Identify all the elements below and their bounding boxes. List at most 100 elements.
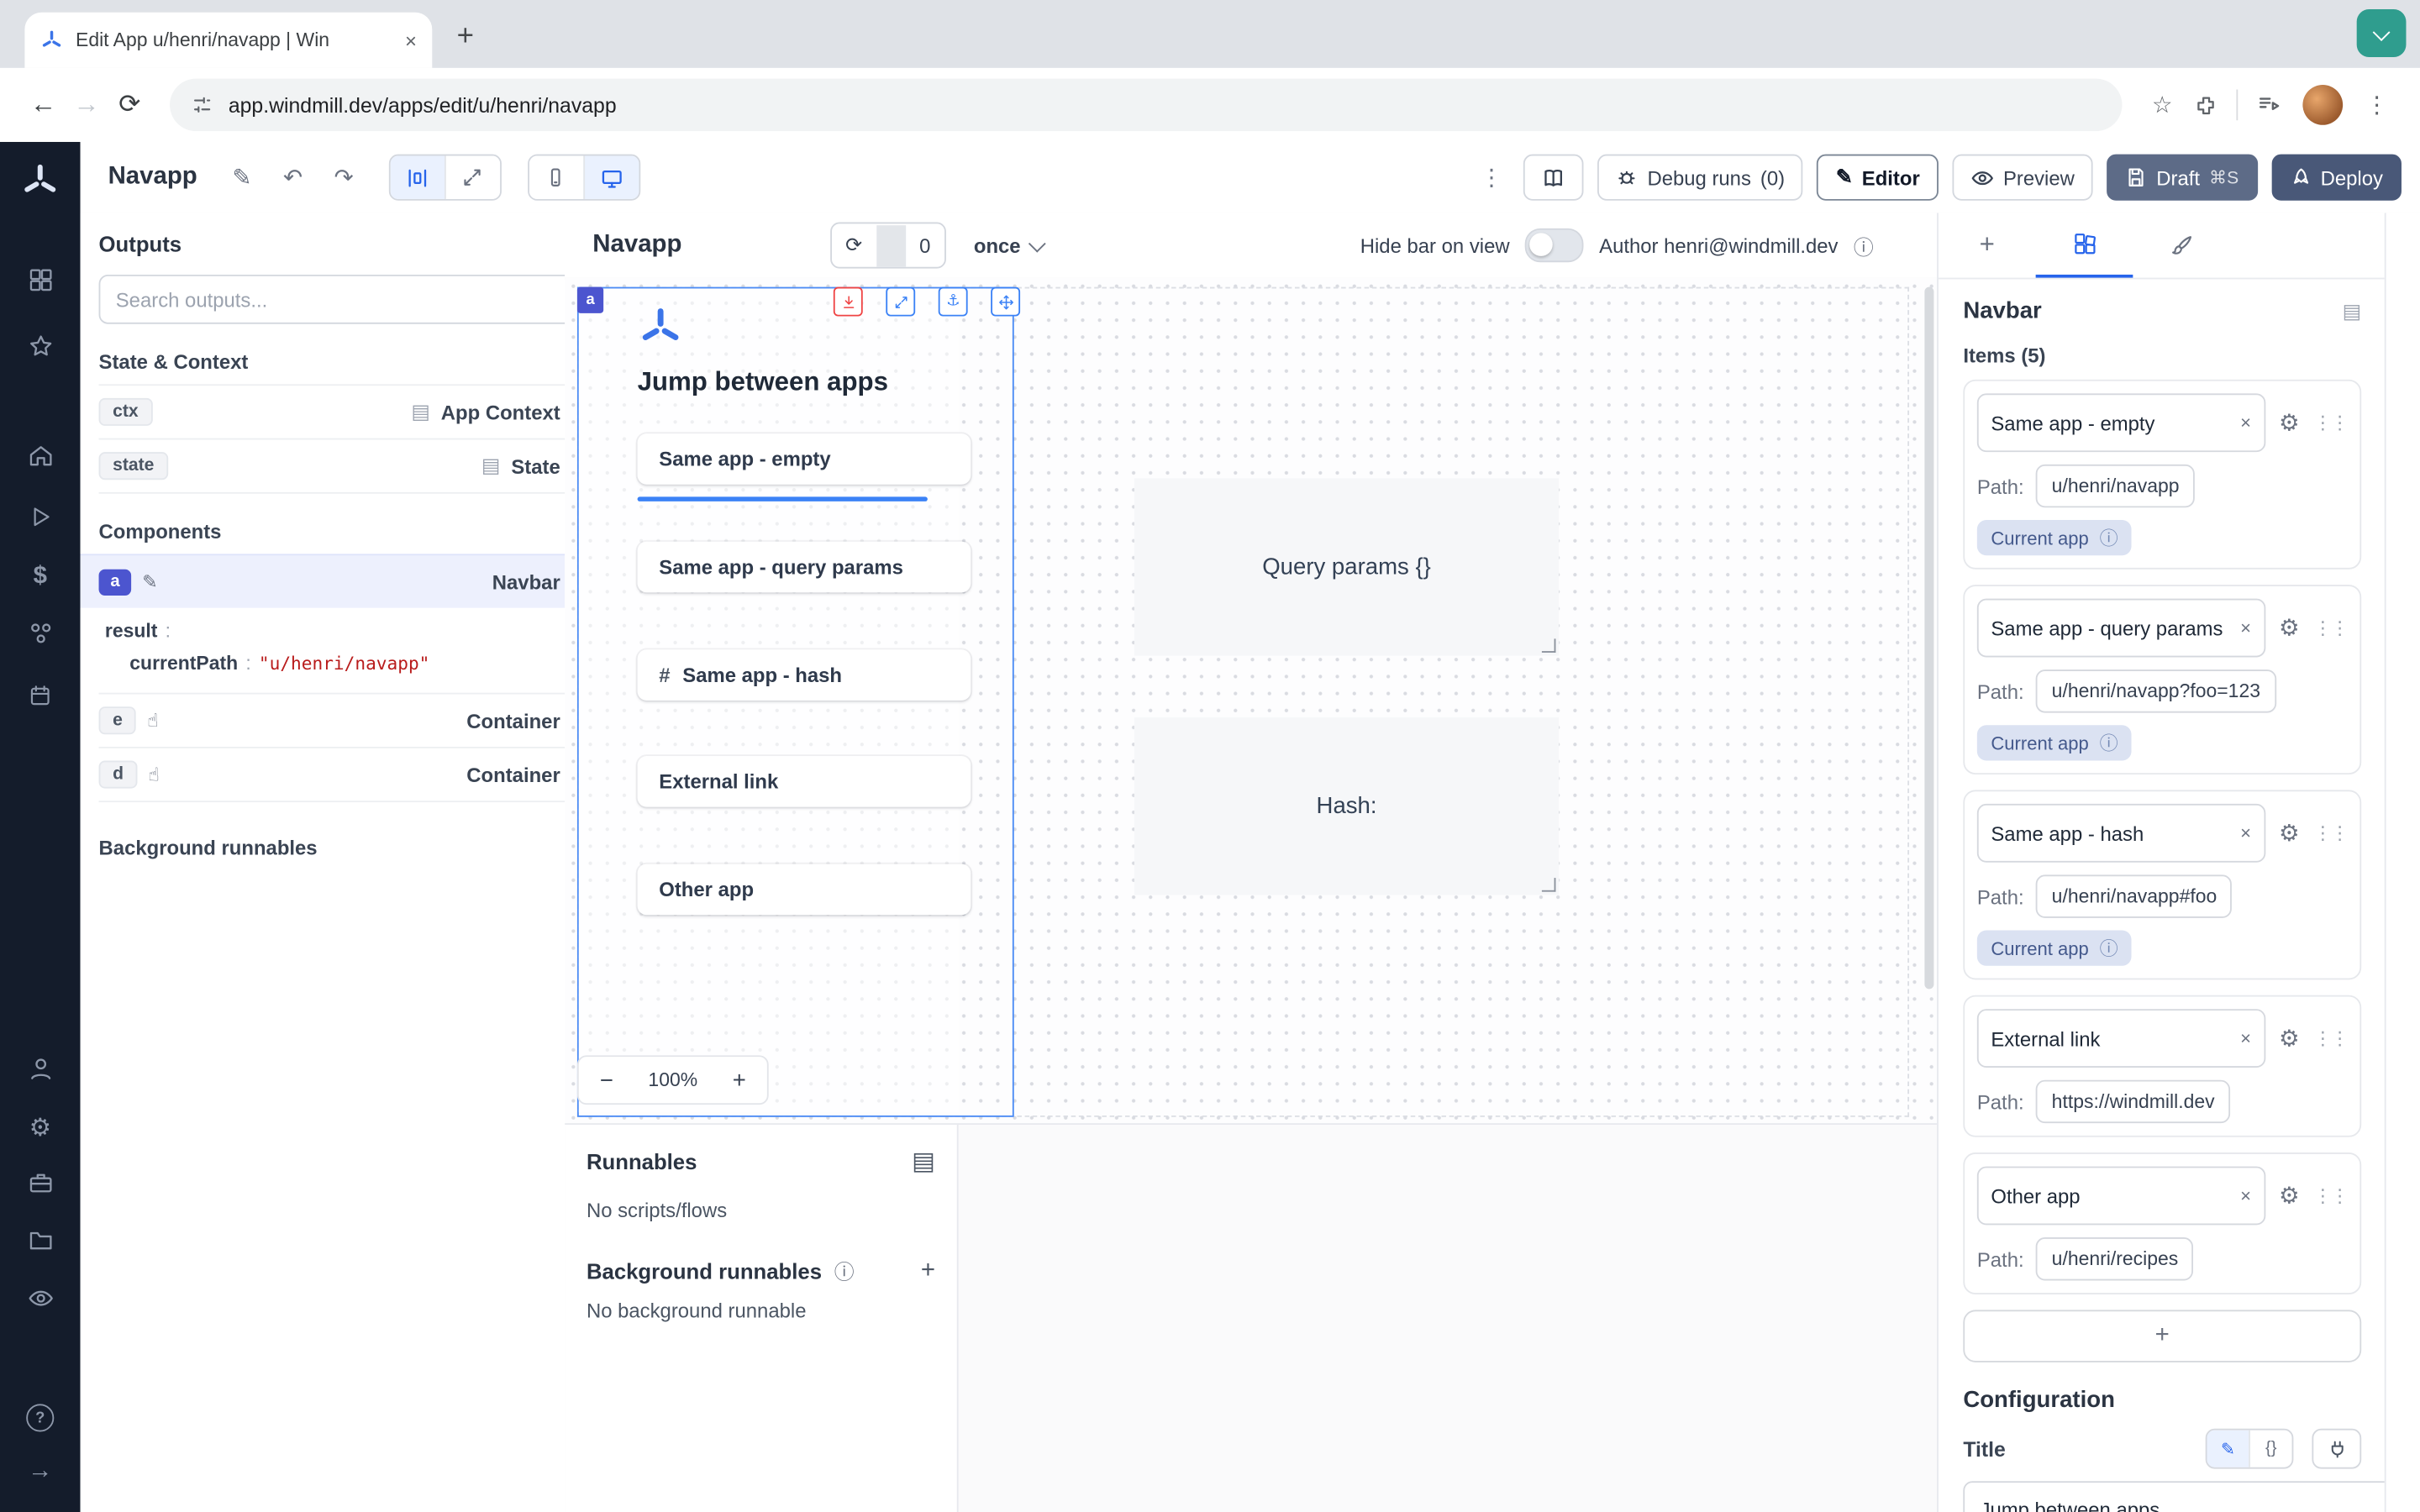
nav-item-same-app-query-params[interactable]: Same app - query params bbox=[638, 542, 971, 593]
component-doc-icon[interactable]: ▤ bbox=[2343, 298, 2362, 323]
remove-item-icon[interactable]: × bbox=[2240, 1185, 2251, 1207]
users-person-icon[interactable] bbox=[0, 1055, 81, 1081]
help-icon[interactable]: ? bbox=[0, 1404, 81, 1431]
rename-pencil-icon[interactable]: ✎ bbox=[224, 164, 260, 192]
schedules-calendar-icon[interactable] bbox=[0, 684, 81, 708]
item-label-input[interactable]: Same app - empty× bbox=[1977, 393, 2265, 452]
app-canvas[interactable]: a ⚓ Jump between apps Same app - empty S… bbox=[565, 278, 1939, 1124]
zoom-out-button[interactable]: − bbox=[579, 1067, 634, 1093]
tab-close-icon[interactable]: × bbox=[405, 29, 417, 52]
url-bar[interactable]: app.windmill.dev/apps/edit/u/henri/navap… bbox=[170, 79, 2122, 131]
search-outputs-input[interactable] bbox=[99, 275, 604, 324]
nav-item-same-app-hash[interactable]: #Same app - hash bbox=[638, 649, 971, 701]
item-label-input[interactable]: Other app× bbox=[1977, 1167, 2265, 1226]
item-settings-gear-icon[interactable]: ⚙ bbox=[2279, 1025, 2300, 1053]
insert-component-tab[interactable]: + bbox=[1939, 213, 2036, 277]
item-path-input[interactable]: u/henri/navapp bbox=[2036, 465, 2195, 507]
navbar-component-selected[interactable]: a ⚓ Jump between apps Same app - empty S… bbox=[577, 287, 1014, 1117]
drag-handle-icon[interactable]: ⋮⋮ bbox=[2313, 1027, 2347, 1049]
settings-gear-icon[interactable]: ⚙ bbox=[0, 1112, 81, 1143]
site-settings-icon[interactable] bbox=[192, 94, 213, 116]
connect-plug-button[interactable] bbox=[2312, 1429, 2361, 1469]
drag-handle-icon[interactable]: ⋮⋮ bbox=[2313, 822, 2347, 844]
editor-tab-button[interactable]: ✎ Editor bbox=[1818, 155, 1939, 201]
fill-height-icon[interactable] bbox=[834, 287, 863, 317]
undo-icon[interactable]: ↶ bbox=[275, 164, 312, 192]
item-settings-gear-icon[interactable]: ⚙ bbox=[2279, 409, 2300, 437]
remove-item-icon[interactable]: × bbox=[2240, 822, 2251, 844]
run-mode-dropdown[interactable]: once bbox=[974, 234, 1044, 257]
billing-dollar-icon[interactable]: $ bbox=[0, 563, 81, 591]
add-item-button[interactable]: + bbox=[1963, 1310, 2361, 1362]
canvas-scrollbar[interactable] bbox=[1924, 287, 1933, 990]
refresh-icon[interactable]: ⟳ bbox=[832, 233, 876, 257]
browser-tab[interactable]: Edit App u/henri/navapp | Win × bbox=[24, 13, 432, 68]
anchor-icon[interactable]: ⚓ bbox=[939, 287, 968, 317]
audit-eye-icon[interactable] bbox=[0, 1285, 81, 1311]
redo-icon[interactable]: ↷ bbox=[325, 164, 362, 192]
info-icon[interactable]: ⓘ bbox=[2100, 730, 2118, 756]
mobile-view-button[interactable] bbox=[529, 156, 583, 199]
remove-item-icon[interactable]: × bbox=[2240, 1027, 2251, 1049]
folders-icon[interactable] bbox=[0, 1226, 81, 1252]
ctx-row[interactable]: ctx ▤App Context bbox=[99, 384, 584, 438]
hide-bar-toggle[interactable] bbox=[1525, 228, 1584, 262]
resize-corner[interactable] bbox=[1542, 878, 1556, 892]
resources-icon[interactable] bbox=[0, 620, 81, 646]
expression-mode-button[interactable]: {} bbox=[2249, 1431, 2291, 1467]
windmill-logo[interactable] bbox=[0, 162, 81, 202]
resize-corner[interactable] bbox=[1542, 638, 1556, 653]
remove-item-icon[interactable]: × bbox=[2240, 617, 2251, 639]
forward-icon[interactable]: → bbox=[65, 90, 108, 121]
container-e-row[interactable]: e ☝ Container bbox=[99, 693, 584, 747]
component-settings-tab[interactable] bbox=[2036, 213, 2133, 277]
drag-handle-icon[interactable]: ⋮⋮ bbox=[2313, 1185, 2347, 1207]
nav-item-other-app[interactable]: Other app bbox=[638, 864, 971, 916]
item-label-input[interactable]: External link× bbox=[1977, 1009, 2265, 1068]
collapse-arrow-icon[interactable]: → bbox=[0, 1458, 81, 1486]
item-path-input[interactable]: https://windmill.dev bbox=[2036, 1080, 2230, 1123]
new-tab-button[interactable]: + bbox=[457, 20, 474, 54]
reload-icon[interactable]: ⟳ bbox=[108, 90, 151, 121]
remove-item-icon[interactable]: × bbox=[2240, 412, 2251, 433]
deploy-button[interactable]: Deploy bbox=[2271, 155, 2402, 201]
draft-button[interactable]: Draft ⌘S bbox=[2107, 155, 2257, 201]
info-icon[interactable]: ⓘ bbox=[834, 1256, 855, 1285]
pencil-icon[interactable]: ✎ bbox=[142, 571, 157, 593]
item-path-input[interactable]: u/henri/recipes bbox=[2036, 1237, 2193, 1280]
more-options-kebab-icon[interactable]: ⋮ bbox=[1473, 164, 1510, 192]
apps-grid-icon[interactable] bbox=[0, 267, 81, 293]
container-d-row[interactable]: d ☝ Container bbox=[99, 747, 584, 802]
columns-layout-button[interactable] bbox=[390, 156, 444, 199]
state-row[interactable]: state ▤State bbox=[99, 438, 584, 494]
docs-book-button[interactable] bbox=[1524, 155, 1585, 201]
navbar-component-row[interactable]: a ✎ Navbar bbox=[81, 554, 602, 607]
info-icon[interactable]: ⓘ bbox=[1854, 231, 1874, 260]
item-label-input[interactable]: Same app - hash× bbox=[1977, 804, 2265, 863]
styling-brush-tab[interactable] bbox=[2133, 213, 2230, 277]
title-value-input[interactable] bbox=[1963, 1481, 2386, 1512]
browser-menu-kebab-icon[interactable]: ⋮ bbox=[2355, 91, 2398, 118]
nav-item-same-app-empty[interactable]: Same app - empty bbox=[638, 433, 971, 485]
bookmark-star-icon[interactable]: ☆ bbox=[2141, 91, 2184, 118]
refresh-control[interactable]: ⟳ 0 bbox=[830, 222, 946, 268]
static-mode-pencil-button[interactable]: ✎ bbox=[2207, 1431, 2249, 1467]
item-settings-gear-icon[interactable]: ⚙ bbox=[2279, 614, 2300, 642]
info-icon[interactable]: ⓘ bbox=[2100, 524, 2118, 550]
query-params-box[interactable]: Query params {} bbox=[1134, 478, 1559, 655]
add-background-runnable-button[interactable]: + bbox=[921, 1257, 935, 1284]
expand-icon[interactable] bbox=[886, 287, 915, 317]
back-icon[interactable]: ← bbox=[22, 90, 65, 121]
item-label-input[interactable]: Same app - query params× bbox=[1977, 599, 2265, 658]
hash-box[interactable]: Hash: bbox=[1134, 717, 1559, 895]
zoom-in-button[interactable]: + bbox=[712, 1067, 767, 1093]
item-path-input[interactable]: u/henri/navapp#foo bbox=[2036, 874, 2232, 917]
expand-layout-button[interactable] bbox=[445, 156, 500, 199]
home-icon[interactable] bbox=[0, 443, 81, 469]
drag-handle-icon[interactable]: ⋮⋮ bbox=[2313, 412, 2347, 433]
item-settings-gear-icon[interactable]: ⚙ bbox=[2279, 1182, 2300, 1210]
extensions-puzzle-icon[interactable] bbox=[2184, 93, 2227, 117]
info-icon[interactable]: ⓘ bbox=[2100, 935, 2118, 961]
desktop-view-button[interactable] bbox=[583, 156, 639, 199]
runs-play-icon[interactable] bbox=[0, 505, 81, 529]
